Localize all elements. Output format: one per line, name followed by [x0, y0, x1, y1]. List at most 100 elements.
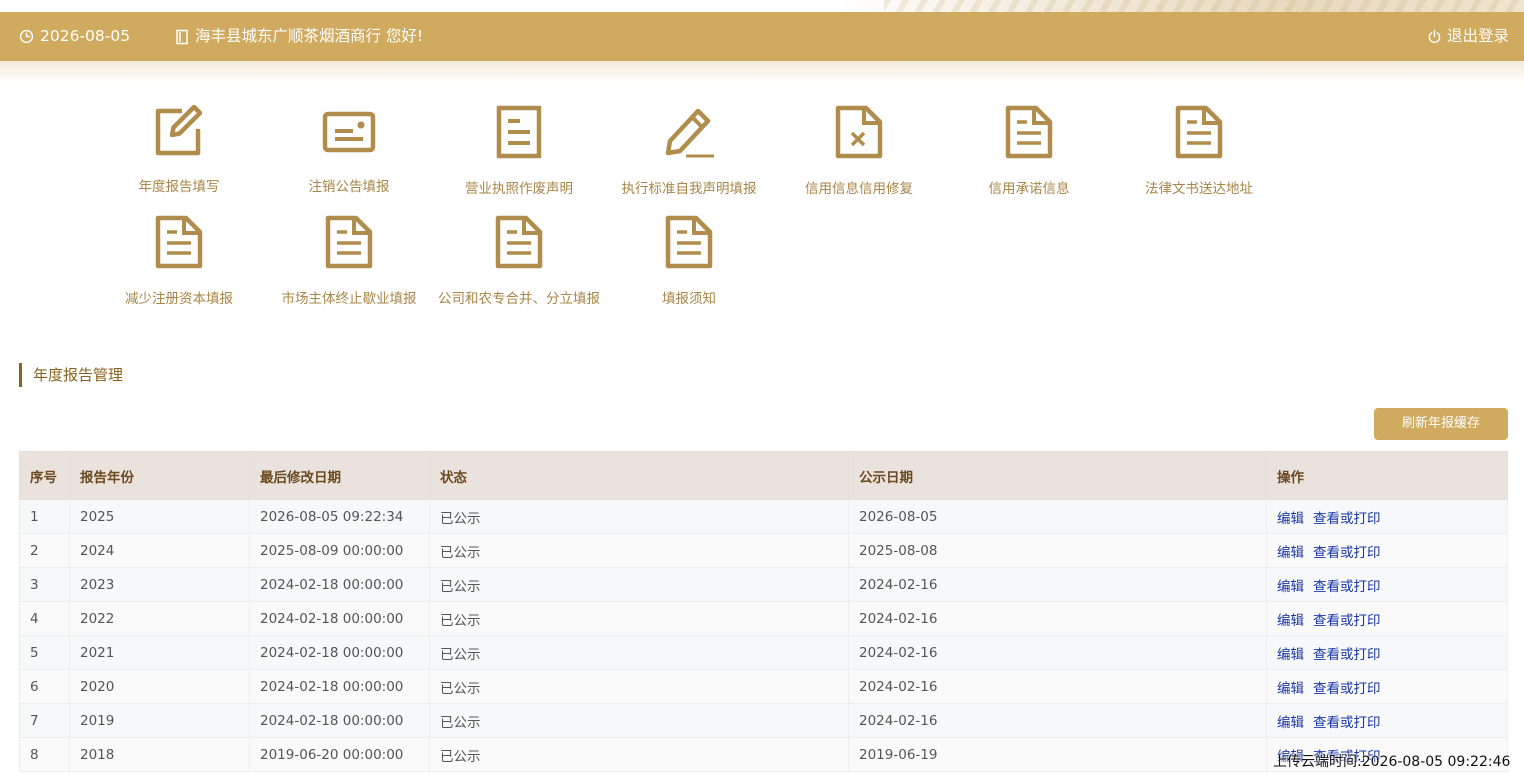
cell-year: 2019: [69, 703, 250, 738]
menu-cancellation-notice[interactable]: 注销公告填报: [264, 105, 434, 195]
cell-year: 2022: [69, 601, 250, 636]
view-print-link[interactable]: 查看或打印: [1313, 545, 1381, 561]
column-header-actions: 操作: [1266, 451, 1508, 500]
table-row: 4 2022 2024-02-18 00:00:00 已公示 2024-02-1…: [19, 601, 1508, 636]
document-icon: [604, 215, 774, 273]
clock-icon: [19, 29, 34, 44]
table-row: 1 2025 2026-08-05 09:22:34 已公示 2026-08-0…: [19, 499, 1508, 534]
edit-link[interactable]: 编辑: [1277, 613, 1304, 629]
edit-link[interactable]: 编辑: [1277, 511, 1304, 527]
pencil-icon: [604, 105, 774, 163]
cell-published: 2024-02-16: [848, 635, 1267, 670]
menu-annual-report[interactable]: 年度报告填写: [94, 104, 264, 195]
greeting-text: 海丰县城东广顺茶烟酒商行 您好!: [195, 27, 424, 45]
cell-published: 2024-02-16: [848, 703, 1267, 738]
cell-actions: 编辑 查看或打印: [1266, 703, 1508, 738]
view-print-link[interactable]: 查看或打印: [1313, 647, 1381, 663]
edit-link[interactable]: 编辑: [1277, 647, 1304, 663]
cell-no: 8: [19, 737, 70, 772]
menu-capital-reduction[interactable]: 减少注册资本填报: [94, 215, 264, 307]
menu-label: 信用承诺信息: [988, 181, 1070, 197]
cell-published: 2024-02-16: [848, 601, 1267, 636]
cell-actions: 编辑 查看或打印: [1266, 567, 1508, 602]
menu-termination[interactable]: 市场主体终止歇业填报: [264, 215, 434, 307]
view-print-link[interactable]: 查看或打印: [1313, 681, 1381, 697]
edit-icon: [94, 104, 264, 161]
cell-status: 已公示: [429, 635, 849, 670]
cell-published: 2024-02-16: [848, 669, 1267, 704]
menu-license-void[interactable]: 营业执照作废声明: [434, 105, 604, 197]
view-print-link[interactable]: 查看或打印: [1313, 511, 1381, 527]
cell-year: 2018: [69, 737, 250, 772]
cell-published: 2025-08-08: [848, 533, 1267, 568]
cell-actions: 编辑 查看或打印: [1266, 635, 1508, 670]
menu-merger-split[interactable]: 公司和农专合并、分立填报: [434, 215, 604, 307]
menu-label: 执行标准自我声明填报: [621, 181, 757, 197]
cell-published: 2024-02-16: [848, 567, 1267, 602]
table-row: 2 2024 2025-08-09 00:00:00 已公示 2025-08-0…: [19, 533, 1508, 568]
cell-status: 已公示: [429, 669, 849, 704]
refresh-cache-button[interactable]: 刷新年报缓存: [1374, 408, 1508, 440]
document-icon: [434, 105, 604, 163]
cell-status: 已公示: [429, 703, 849, 738]
table-row: 6 2020 2024-02-18 00:00:00 已公示 2024-02-1…: [19, 669, 1508, 704]
cell-modified: 2024-02-18 00:00:00: [249, 703, 430, 738]
cell-actions: 编辑 查看或打印: [1266, 669, 1508, 704]
cell-modified: 2024-02-18 00:00:00: [249, 601, 430, 636]
section-title: 年度报告管理: [19, 363, 123, 387]
cell-status: 已公示: [429, 601, 849, 636]
column-header-status: 状态: [429, 451, 849, 500]
menu-label: 填报须知: [662, 291, 716, 307]
annual-report-table: 序号 报告年份 最后修改日期 状态 公示日期 操作 1 2025 2026-08…: [19, 451, 1508, 772]
cell-year: 2021: [69, 635, 250, 670]
view-print-link[interactable]: 查看或打印: [1313, 579, 1381, 595]
cell-year: 2025: [69, 499, 250, 534]
cell-modified: 2026-08-05 09:22:34: [249, 499, 430, 534]
menu-credit-commitment[interactable]: 信用承诺信息: [944, 105, 1114, 197]
cell-actions: 编辑 查看或打印: [1266, 533, 1508, 568]
cell-no: 1: [19, 499, 70, 534]
column-header-year: 报告年份: [69, 451, 250, 500]
table-row: 7 2019 2024-02-18 00:00:00 已公示 2024-02-1…: [19, 703, 1508, 738]
menu-standard-declaration[interactable]: 执行标准自我声明填报: [604, 105, 774, 197]
document-icon: [1114, 105, 1284, 163]
document-icon: [944, 105, 1114, 163]
menu-label: 年度报告填写: [138, 179, 220, 195]
document-x-icon: [774, 105, 944, 163]
cell-actions: 编辑 查看或打印: [1266, 601, 1508, 636]
menu-label: 公司和农专合并、分立填报: [438, 291, 600, 307]
document-icon: [94, 215, 264, 273]
id-card-icon: [264, 105, 434, 161]
page: 2026-08-05 海丰县城东广顺茶烟酒商行 您好! 退出登录 年度报告填写: [0, 0, 1524, 774]
menu-filing-notice[interactable]: 填报须知: [604, 215, 774, 307]
menu-label: 减少注册资本填报: [125, 291, 233, 307]
menu-credit-repair[interactable]: 信用信息信用修复: [774, 105, 944, 197]
header-date: 2026-08-05: [19, 12, 130, 61]
cell-status: 已公示: [429, 533, 849, 568]
cell-modified: 2024-02-18 00:00:00: [249, 669, 430, 704]
view-print-link[interactable]: 查看或打印: [1313, 715, 1381, 731]
header-shadow: [0, 61, 1524, 83]
header-bar: 2026-08-05 海丰县城东广顺茶烟酒商行 您好! 退出登录: [0, 12, 1524, 61]
header-date-text: 2026-08-05: [40, 27, 131, 45]
menu-legal-address[interactable]: 法律文书送达地址: [1114, 105, 1284, 197]
menu-label: 注销公告填报: [308, 179, 390, 195]
view-print-link[interactable]: 查看或打印: [1313, 613, 1381, 629]
logout-button[interactable]: 退出登录: [1427, 12, 1509, 61]
edit-link[interactable]: 编辑: [1277, 545, 1304, 561]
cell-modified: 2019-06-20 00:00:00: [249, 737, 430, 772]
cell-no: 6: [19, 669, 70, 704]
power-icon: [1427, 29, 1442, 45]
edit-link[interactable]: 编辑: [1277, 715, 1304, 731]
table-header-row: 序号 报告年份 最后修改日期 状态 公示日期 操作: [19, 451, 1508, 500]
column-header-published: 公示日期: [848, 451, 1267, 500]
table-row: 5 2021 2024-02-18 00:00:00 已公示 2024-02-1…: [19, 635, 1508, 670]
cell-year: 2023: [69, 567, 250, 602]
decorative-pattern: [884, 0, 1524, 12]
cell-actions: 编辑 查看或打印: [1266, 499, 1508, 534]
edit-link[interactable]: 编辑: [1277, 681, 1304, 697]
cell-no: 2: [19, 533, 70, 568]
cell-modified: 2024-02-18 00:00:00: [249, 635, 430, 670]
door-icon: [175, 29, 189, 45]
edit-link[interactable]: 编辑: [1277, 579, 1304, 595]
